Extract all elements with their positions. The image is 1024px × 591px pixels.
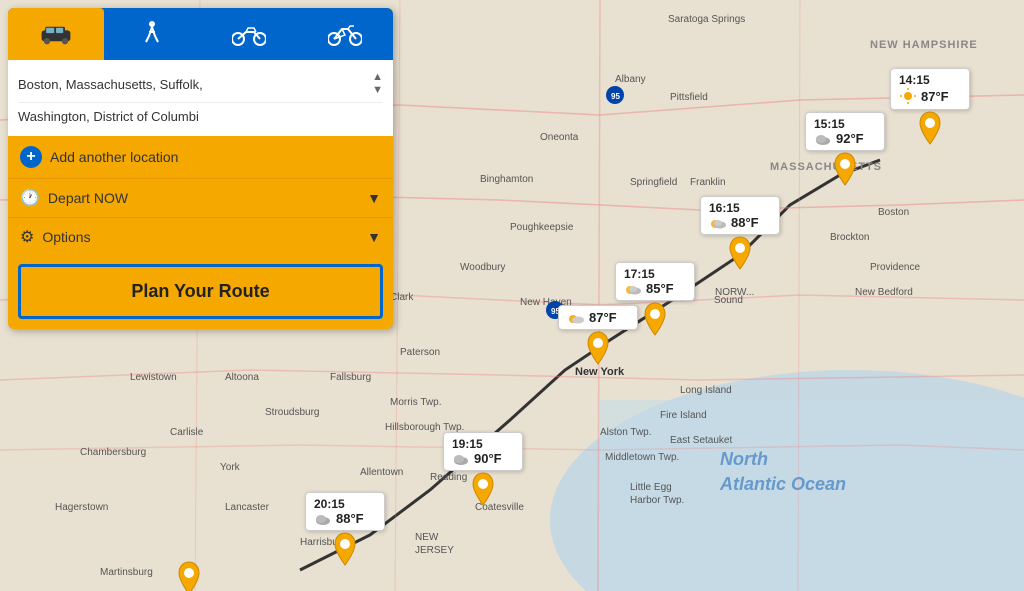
svg-text:Pittsfield: Pittsfield (670, 92, 708, 103)
tab-walk[interactable] (104, 8, 200, 60)
svg-text:Franklin: Franklin (690, 177, 726, 188)
svg-text:Middletown Twp.: Middletown Twp. (605, 452, 679, 463)
svg-text:Poughkeepsie: Poughkeepsie (510, 222, 574, 233)
to-location-text[interactable]: Washington, District of Columbi (18, 109, 383, 124)
depart-dropdown[interactable]: 🕐 Depart NOW ▼ (8, 178, 393, 217)
weather-pin-7: 20:15 88°F (305, 492, 385, 567)
svg-text:Paterson: Paterson (400, 347, 440, 358)
svg-text:Woodbury: Woodbury (460, 262, 505, 273)
svg-text:Alston Twp.: Alston Twp. (600, 427, 652, 438)
svg-text:Saratoga Springs: Saratoga Springs (668, 14, 745, 25)
transport-tabs (8, 8, 393, 60)
svg-text:East Setauket: East Setauket (670, 435, 732, 446)
weather-pin-1: 14:15 87°F (890, 68, 970, 146)
gear-icon: ⚙ (20, 227, 34, 247)
clock-icon: 🕐 (20, 188, 40, 208)
to-location-row: Washington, District of Columbi (18, 103, 383, 130)
options-label: Options (42, 229, 367, 245)
svg-text:Oneonta: Oneonta (540, 132, 579, 143)
svg-text:Chambersburg: Chambersburg (80, 447, 146, 458)
svg-text:Atlantic Ocean: Atlantic Ocean (719, 474, 846, 494)
weather-pin-8 (175, 560, 203, 591)
svg-text:Springfield: Springfield (630, 177, 677, 188)
svg-text:Lewistown: Lewistown (130, 372, 177, 383)
svg-text:Lancaster: Lancaster (225, 502, 270, 513)
weather-pin-6: 19:15 90°F (443, 432, 523, 507)
svg-text:NEW HAMPSHIRE: NEW HAMPSHIRE (870, 39, 978, 51)
move-down-button[interactable]: ▼ (372, 85, 383, 96)
weather-pin-3: 16:15 88°F (700, 196, 780, 271)
svg-text:Albany: Albany (615, 74, 646, 85)
svg-text:Long Island: Long Island (680, 385, 732, 396)
svg-text:Martinsburg: Martinsburg (100, 567, 153, 578)
tab-bicycle[interactable] (297, 8, 393, 60)
svg-text:95: 95 (611, 92, 620, 101)
tab-car[interactable] (8, 8, 104, 60)
svg-text:NEW: NEW (415, 532, 439, 543)
location-reorder-arrows: ▲ ▼ (372, 72, 383, 96)
from-location-row: Boston, Massachusetts, Suffolk, ▲ ▼ (18, 66, 383, 103)
locations-section: Boston, Massachusetts, Suffolk, ▲ ▼ Wash… (8, 60, 393, 136)
svg-text:Fallsburg: Fallsburg (330, 372, 371, 383)
svg-text:Binghamton: Binghamton (480, 174, 533, 185)
svg-text:JERSEY: JERSEY (415, 545, 454, 556)
depart-label: Depart NOW (48, 190, 367, 206)
add-location-button[interactable]: + Add another location (8, 136, 393, 178)
options-dropdown[interactable]: ⚙ Options ▼ (8, 217, 393, 256)
depart-chevron-icon: ▼ (367, 190, 381, 206)
svg-text:Hagerstown: Hagerstown (55, 502, 108, 513)
svg-text:Harbor Twp.: Harbor Twp. (630, 495, 684, 506)
svg-text:New York: New York (575, 366, 625, 378)
move-up-button[interactable]: ▲ (372, 72, 383, 83)
svg-text:Little Egg: Little Egg (630, 482, 672, 493)
tab-motorcycle[interactable] (201, 8, 297, 60)
weather-pin-5: 87°F (558, 305, 638, 366)
svg-text:Carlisle: Carlisle (170, 427, 204, 438)
svg-text:Boston: Boston (878, 207, 909, 218)
svg-text:NORW...: NORW... (715, 287, 754, 298)
svg-text:York: York (220, 462, 241, 473)
plan-route-button[interactable]: Plan Your Route (18, 264, 383, 319)
svg-text:Providence: Providence (870, 262, 920, 273)
svg-text:Clark: Clark (390, 292, 414, 303)
svg-text:Altoona: Altoona (225, 372, 259, 383)
weather-pin-2: 15:15 92°F (805, 112, 885, 187)
sidebar-panel: Boston, Massachusetts, Suffolk, ▲ ▼ Wash… (8, 8, 393, 329)
svg-text:North: North (720, 449, 768, 469)
svg-text:Fire Island: Fire Island (660, 410, 707, 421)
svg-text:Stroudsburg: Stroudsburg (265, 407, 319, 418)
svg-text:Brockton: Brockton (830, 232, 869, 243)
svg-text:Allentown: Allentown (360, 467, 403, 478)
from-location-text[interactable]: Boston, Massachusetts, Suffolk, (18, 77, 366, 92)
plus-icon: + (20, 146, 42, 168)
add-location-label: Add another location (50, 149, 178, 165)
svg-text:Morris Twp.: Morris Twp. (390, 397, 442, 408)
options-chevron-icon: ▼ (367, 229, 381, 245)
svg-text:New Bedford: New Bedford (855, 287, 913, 298)
